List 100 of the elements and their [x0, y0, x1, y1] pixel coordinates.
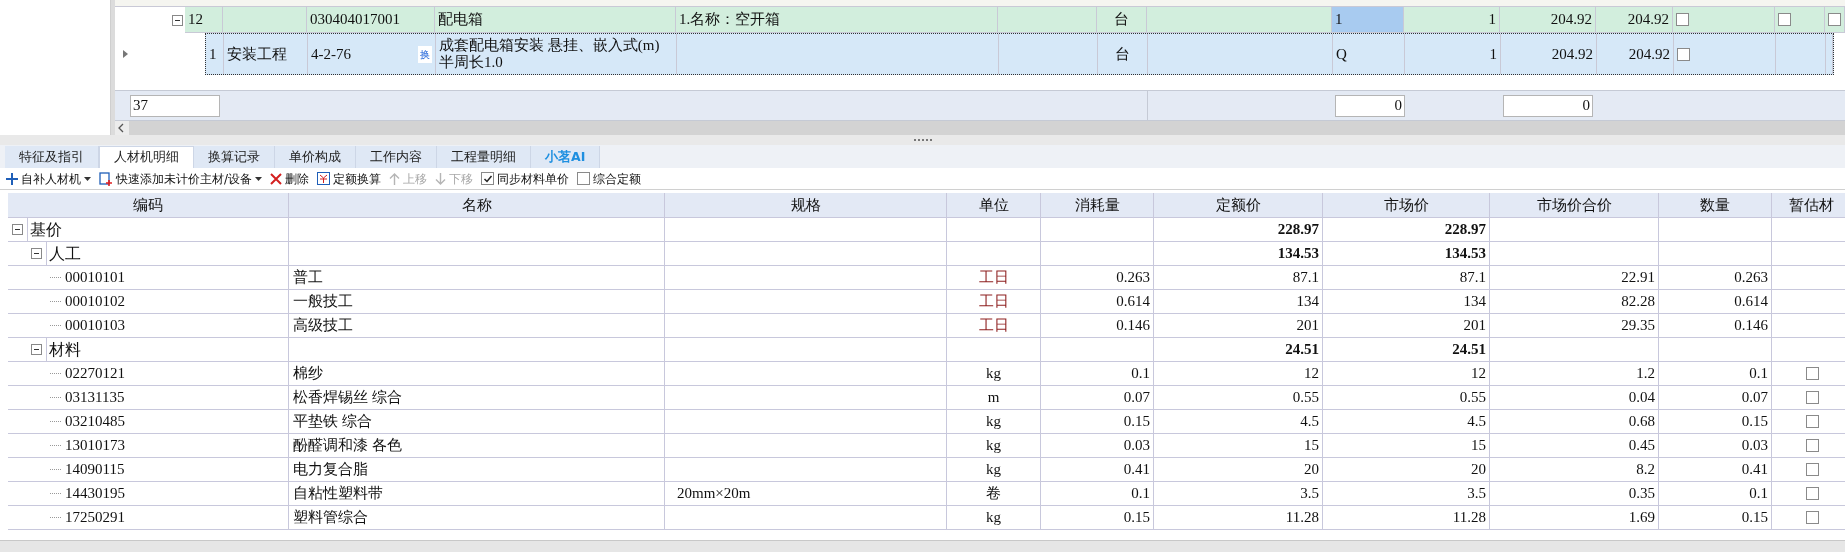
- tab[interactable]: 单价构成: [275, 146, 356, 168]
- value-cell-text: 0.1: [1131, 484, 1150, 504]
- collapse-icon[interactable]: [172, 14, 183, 26]
- tab[interactable]: 工程量明细: [437, 146, 531, 168]
- value-cell-text: 24.51: [1452, 340, 1486, 360]
- column-header[interactable]: 编码: [8, 193, 289, 217]
- column-header[interactable]: 市场价合价: [1490, 193, 1659, 217]
- value-cell-text: 0.1: [1131, 364, 1150, 384]
- collapse-icon[interactable]: [31, 248, 42, 259]
- toolbar-button[interactable]: 删除: [270, 169, 310, 188]
- checkbox[interactable]: [1676, 13, 1689, 26]
- value-cell-text: 24.51: [1285, 340, 1319, 360]
- value-cell-text: 0.04: [1628, 388, 1655, 408]
- toolbar-button[interactable]: 定额换算: [317, 169, 382, 188]
- value-cell-text: 0.45: [1628, 436, 1655, 456]
- value-cell-text: 134.53: [1277, 244, 1319, 264]
- value-cell-text: 29.35: [1621, 316, 1655, 336]
- column-header[interactable]: 暂估材: [1772, 193, 1845, 217]
- value-cell-text: 228.97: [1444, 220, 1486, 240]
- checkbox[interactable]: [1805, 487, 1819, 500]
- unit-cell-text: kg: [986, 412, 1001, 432]
- value-cell-text: 0.41: [1123, 460, 1150, 480]
- value-cell-text: 22.91: [1621, 268, 1655, 288]
- column-header[interactable]: 数量: [1659, 193, 1772, 217]
- plus-icon: [6, 172, 18, 185]
- tab[interactable]: 换算记录: [194, 146, 275, 168]
- tab[interactable]: 工作内容: [356, 146, 437, 168]
- value-cell-text: 4.5: [1467, 412, 1486, 432]
- spec-cell-text: 20mm×20m: [677, 484, 751, 504]
- checkbox[interactable]: [1805, 463, 1819, 476]
- column-header[interactable]: 市场价: [1323, 193, 1490, 217]
- code-cell-text: 14430195: [65, 484, 125, 504]
- collapse-icon[interactable]: [31, 344, 42, 355]
- value-cell-text: 0.15: [1741, 412, 1768, 432]
- name-cell-text: 高级技工: [293, 316, 353, 336]
- toolbar-button[interactable]: 自补人材机: [6, 169, 91, 188]
- grid-cell: 1: [206, 34, 224, 74]
- checkbox[interactable]: [1778, 13, 1791, 26]
- value-cell-text: 0.41: [1741, 460, 1768, 480]
- replace-badge[interactable]: 换: [418, 45, 432, 63]
- up-arrow-icon: [389, 172, 401, 185]
- code-cell-text: 02270121: [65, 364, 125, 384]
- checkbox[interactable]: [1805, 415, 1819, 428]
- horizontal-scrollbar[interactable]: [115, 121, 1845, 135]
- column-header[interactable]: 规格: [665, 193, 947, 217]
- collapse-icon[interactable]: [12, 224, 23, 235]
- checkbox[interactable]: [1677, 47, 1690, 61]
- code-cell-text: 00010102: [65, 292, 125, 312]
- name-cell-text: 一般技工: [293, 292, 353, 312]
- code-cell-text: 13010173: [65, 436, 125, 456]
- value-cell-text: 134: [1463, 292, 1486, 312]
- value-cell-text: 12: [1304, 364, 1319, 384]
- value-cell-text: 8.2: [1636, 460, 1655, 480]
- value-cell-text: 15: [1471, 436, 1486, 456]
- unit-cell-text: kg: [986, 508, 1001, 528]
- tab[interactable]: 人材机明细: [99, 146, 194, 168]
- name-cell-text: 平垫铁 综合: [293, 412, 372, 432]
- value-cell-text: 0.55: [1292, 388, 1319, 408]
- add-document-icon: [99, 171, 113, 186]
- value-cell-text: 0.1: [1749, 364, 1768, 384]
- checkbox[interactable]: [577, 172, 591, 185]
- value-cell-text: 11.28: [1285, 508, 1319, 528]
- category-label: 材料: [46, 337, 81, 362]
- scroll-left-icon[interactable]: [115, 121, 129, 135]
- value-cell-text: 11.28: [1452, 508, 1486, 528]
- value-cell-text: 3.5: [1300, 484, 1319, 504]
- checkbox[interactable]: [1805, 367, 1819, 380]
- value-cell-text: 0.35: [1628, 484, 1655, 504]
- unit-cell-text: kg: [986, 460, 1001, 480]
- name-cell-text: 电力复合脂: [293, 460, 368, 480]
- value-cell-text: 87.1: [1292, 268, 1319, 288]
- grid-cell: 安装工程: [224, 34, 308, 74]
- value-cell-text: 0.1: [1749, 484, 1768, 504]
- name-cell-text: 棉纱: [293, 364, 323, 384]
- name-cell-text: 普工: [293, 268, 323, 288]
- count-field[interactable]: 37: [130, 94, 220, 117]
- checkbox[interactable]: [1805, 391, 1819, 404]
- value-cell-text: 0.614: [1734, 292, 1768, 312]
- value-cell-text: 82.28: [1621, 292, 1655, 312]
- code-cell-text: 03210485: [65, 412, 125, 432]
- value-cell-text: 20: [1304, 460, 1319, 480]
- toolbar-button[interactable]: 快速添加未计价主材/设备: [99, 169, 263, 188]
- column-header[interactable]: 定额价: [1154, 193, 1323, 217]
- grid-cell: 030404017001: [307, 7, 435, 32]
- code-cell-text: 14090115: [65, 460, 125, 480]
- column-header[interactable]: 消耗量: [1041, 193, 1154, 217]
- grid-row[interactable]: 12 030404017001 配电箱 1.名称：空开箱 台 1 1 204.92 204.92: [185, 7, 1845, 33]
- calculator-icon: [317, 172, 331, 185]
- value-cell-text: 87.1: [1459, 268, 1486, 288]
- column-header[interactable]: 单位: [947, 193, 1041, 217]
- checkbox[interactable]: [1805, 511, 1819, 524]
- value-cell-text: 0.263: [1116, 268, 1150, 288]
- tab[interactable]: 特征及指引: [5, 146, 99, 168]
- value-cell-text: 0.03: [1123, 436, 1150, 456]
- checkbox[interactable]: [1828, 13, 1841, 26]
- checkbox[interactable]: [481, 172, 495, 185]
- value-cell-text: 1.69: [1628, 508, 1655, 528]
- value-cell-text: 3.5: [1467, 484, 1486, 504]
- column-header[interactable]: 名称: [289, 193, 665, 217]
- checkbox[interactable]: [1805, 439, 1819, 452]
